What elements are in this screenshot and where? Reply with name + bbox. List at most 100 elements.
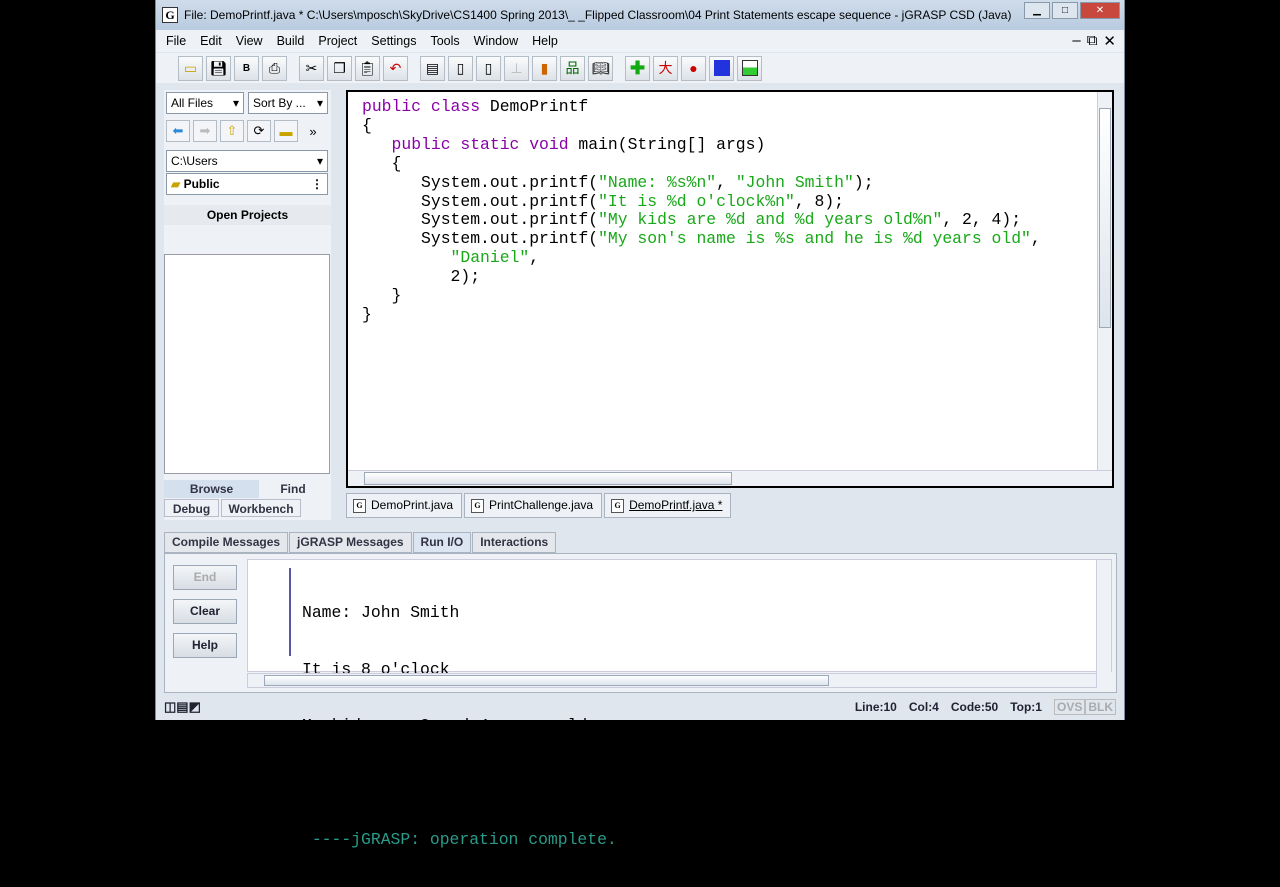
- code-line[interactable]: public static void main(String[] args): [362, 134, 1041, 155]
- code-line[interactable]: {: [362, 116, 1041, 136]
- tab-browse[interactable]: Browse: [164, 480, 259, 498]
- code-text: ,: [716, 172, 736, 192]
- debug-icon[interactable]: ●: [681, 55, 706, 81]
- status-ovs[interactable]: OVS: [1053, 699, 1086, 715]
- help-button[interactable]: Help: [173, 633, 237, 658]
- code-string: "My son's name is %s and he is %d years …: [598, 229, 1031, 249]
- code-keyword: public static void: [391, 134, 579, 154]
- code-line[interactable]: public class DemoPrintf: [362, 97, 1041, 117]
- maximize-button[interactable]: □: [1052, 2, 1078, 19]
- open-projects-header: Open Projects: [164, 205, 331, 225]
- open-folder-icon[interactable]: ▭: [178, 55, 203, 81]
- undo-icon[interactable]: ↶: [383, 55, 408, 81]
- clear-button[interactable]: Clear: [173, 599, 237, 624]
- menu-window[interactable]: Window: [474, 34, 518, 48]
- back-icon[interactable]: ⬅: [166, 120, 190, 142]
- menu-help[interactable]: Help: [532, 34, 558, 48]
- folder-list-item[interactable]: ▰ Public ⋮: [166, 173, 328, 195]
- code-text: 2);: [362, 267, 481, 287]
- csd-doc-icon[interactable]: ▯: [476, 55, 501, 81]
- operation-complete-message: ----jGRASP: operation complete.: [302, 829, 617, 849]
- pin-icon[interactable]: ⊥: [504, 55, 529, 81]
- tab-jgrasp-messages[interactable]: jGRASP Messages: [289, 532, 412, 553]
- folder-icon: ▰: [171, 177, 181, 191]
- minimize-button[interactable]: ▁: [1024, 2, 1050, 19]
- tab-interactions[interactable]: Interactions: [472, 532, 557, 553]
- csd-file-icon: G: [471, 499, 485, 513]
- cut-icon[interactable]: ✂: [299, 55, 324, 81]
- menu-tools[interactable]: Tools: [430, 34, 459, 48]
- code-line[interactable]: System.out.printf("My son's name is %s a…: [362, 229, 1041, 249]
- editor-vertical-scrollbar[interactable]: [1097, 92, 1112, 470]
- file-tab-demoprint[interactable]: G DemoPrint.java: [346, 493, 463, 518]
- code-line[interactable]: "Daniel",: [362, 248, 1041, 268]
- menu-build[interactable]: Build: [277, 34, 305, 48]
- chart-icon[interactable]: ▮: [532, 55, 557, 81]
- mdi-minimize-icon[interactable]: –: [1072, 32, 1080, 50]
- status-bar: ◫▤◩ Line:10 Col:4 Code:50 Top:1 OVS BLK: [156, 696, 1124, 718]
- blue-square-icon[interactable]: [709, 55, 734, 81]
- open-projects-list[interactable]: [164, 254, 330, 474]
- code-line[interactable]: System.out.printf("My kids are %d and %d…: [362, 210, 1041, 230]
- output-vertical-scrollbar[interactable]: [1096, 560, 1111, 673]
- compile-icon[interactable]: ✚: [625, 55, 650, 81]
- layout-icons[interactable]: ◫▤◩: [164, 699, 201, 715]
- compile-b-icon[interactable]: B: [234, 55, 259, 81]
- code-string: "Name: %s%n": [598, 172, 717, 192]
- code-line[interactable]: System.out.printf("Name: %s%n", "John Sm…: [362, 172, 1041, 193]
- source-code[interactable]: public class DemoPrintf{ public static v…: [362, 97, 1041, 325]
- new-folder-icon[interactable]: ▬: [274, 120, 298, 142]
- book-icon[interactable]: 📖︎: [588, 55, 613, 81]
- end-button[interactable]: End: [173, 565, 237, 590]
- sort-select[interactable]: Sort By ... ▾: [248, 92, 328, 114]
- file-tab-demoprintf[interactable]: G DemoPrintf.java *: [604, 493, 732, 518]
- tab-find[interactable]: Find: [261, 480, 325, 498]
- code-keyword: public class: [362, 97, 490, 116]
- mdi-close-icon[interactable]: ✕: [1103, 32, 1116, 50]
- green-square-icon[interactable]: [737, 55, 762, 81]
- remove-csd-icon[interactable]: ▯: [448, 55, 473, 81]
- up-folder-icon[interactable]: ⇧: [220, 120, 244, 142]
- output-horizontal-scrollbar[interactable]: [247, 673, 1097, 688]
- file-tab-printchallenge[interactable]: G PrintChallenge.java: [464, 493, 603, 518]
- uml-icon[interactable]: 品: [560, 55, 585, 81]
- app-icon: G: [162, 7, 178, 23]
- tab-debug[interactable]: Debug: [164, 499, 219, 517]
- path-select[interactable]: C:\Users ▾: [166, 150, 328, 172]
- copy-icon[interactable]: ❐: [327, 55, 352, 81]
- code-line[interactable]: 2);: [362, 267, 1041, 287]
- output-bracket: [289, 568, 291, 656]
- generate-csd-icon[interactable]: ▤: [420, 55, 445, 81]
- menu-file[interactable]: File: [166, 34, 186, 48]
- menu-settings[interactable]: Settings: [371, 34, 416, 48]
- tab-compile-messages[interactable]: Compile Messages: [164, 532, 289, 553]
- code-editor[interactable]: public class DemoPrintf{ public static v…: [346, 90, 1114, 488]
- editor-horizontal-scrollbar[interactable]: [348, 470, 1112, 486]
- tab-run-io[interactable]: Run I/O: [412, 532, 472, 553]
- code-text: System.out.printf(: [362, 229, 599, 249]
- code-text: {: [362, 153, 402, 173]
- code-line[interactable]: }: [362, 305, 1041, 325]
- code-text: main(String[] args): [578, 134, 766, 154]
- tab-workbench[interactable]: Workbench: [221, 499, 301, 517]
- run-icon[interactable]: 大: [653, 55, 678, 81]
- code-line[interactable]: }: [362, 286, 1041, 306]
- menu-view[interactable]: View: [236, 34, 263, 48]
- save-icon[interactable]: 💾︎: [206, 55, 231, 81]
- output-console[interactable]: Name: John Smith It is 8 o'clock My kids…: [247, 559, 1112, 849]
- code-text: }: [362, 286, 402, 306]
- mdi-restore-icon[interactable]: ⧉: [1087, 32, 1098, 50]
- menu-project[interactable]: Project: [318, 34, 357, 48]
- more-icon[interactable]: »: [301, 120, 325, 142]
- status-blk[interactable]: BLK: [1085, 699, 1116, 715]
- menu-edit[interactable]: Edit: [200, 34, 222, 48]
- paste-icon[interactable]: 📋︎: [355, 55, 380, 81]
- print-icon[interactable]: ⎙: [262, 55, 287, 81]
- code-line[interactable]: {: [362, 153, 1041, 174]
- filter-select[interactable]: All Files ▾: [166, 92, 244, 114]
- code-line[interactable]: System.out.printf("It is %d o'clock%n", …: [362, 191, 1041, 212]
- close-button[interactable]: ✕: [1080, 2, 1120, 19]
- code-string: "It is %d o'clock%n": [598, 191, 795, 211]
- refresh-icon[interactable]: ⟳: [247, 120, 271, 142]
- forward-icon[interactable]: ➡: [193, 120, 217, 142]
